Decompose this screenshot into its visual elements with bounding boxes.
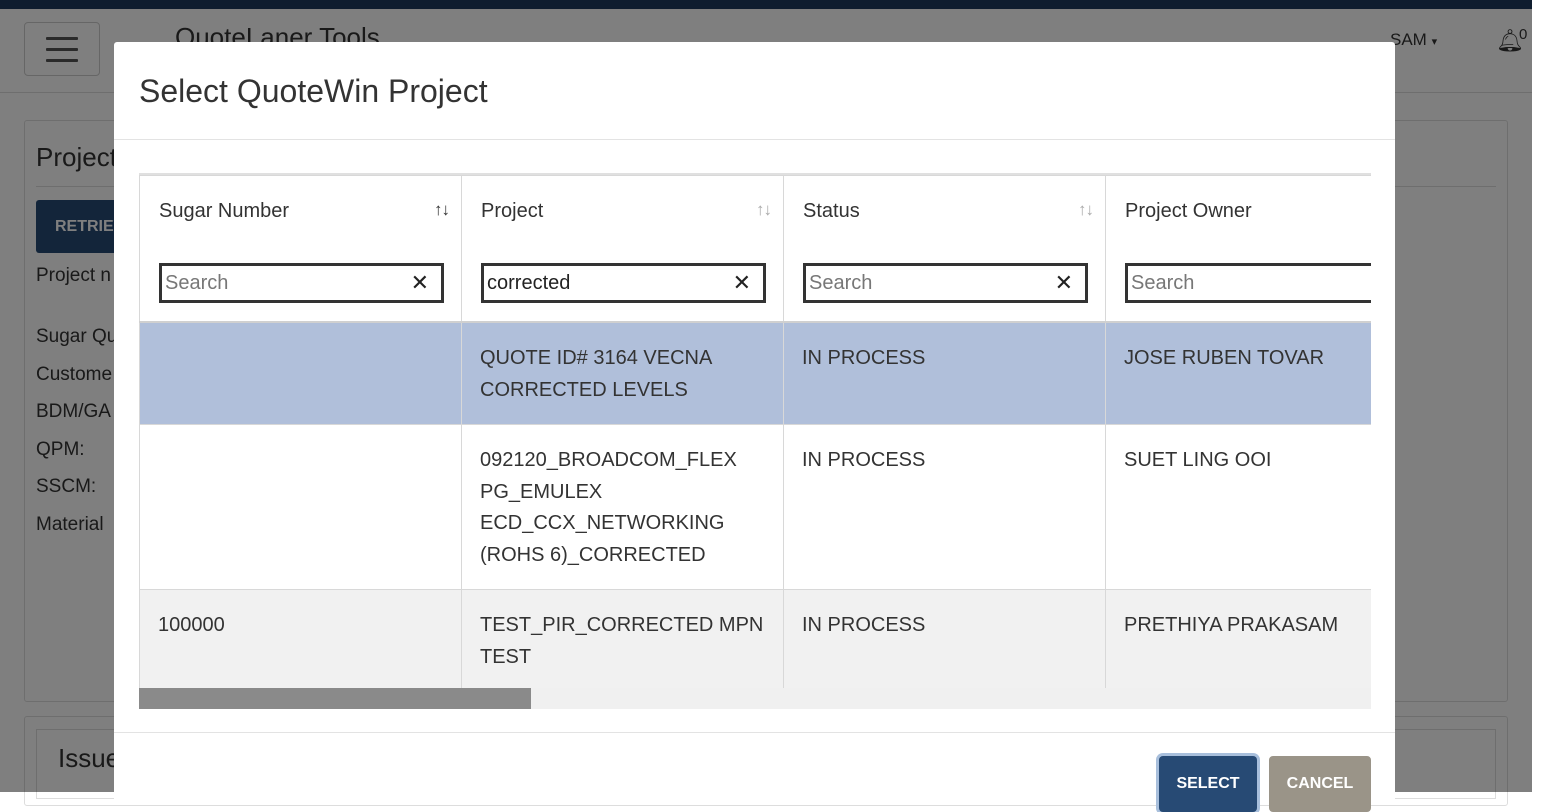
sugar-number-cell <box>139 424 462 590</box>
owner-cell: SUET LING OOI <box>1105 424 1371 590</box>
select-button[interactable]: SELECT <box>1159 756 1257 812</box>
clear-icon[interactable]: ✕ <box>411 269 429 296</box>
column-header-project-owner[interactable]: Project Owner <box>1105 175 1371 323</box>
project-cell: TEST_PIR_CORRECTED MPN TEST <box>461 589 784 692</box>
project-table: Sugar Number ↑↓ ✕ Project ↑↓ ✕ <box>139 175 1371 692</box>
column-header-label: Status <box>803 200 860 222</box>
select-project-modal: Select QuoteWin Project Sugar Number ↑↓ … <box>114 42 1395 812</box>
scrollbar-thumb[interactable] <box>139 688 531 709</box>
table-row[interactable]: QUOTE ID# 3164 VECNA CORRECTED LEVELS IN… <box>139 321 1371 425</box>
sugar-number-cell: 100000 <box>139 589 462 692</box>
page-gutter <box>1532 0 1554 792</box>
column-header-sugar-number[interactable]: Sugar Number ↑↓ ✕ <box>139 175 462 323</box>
horizontal-scrollbar[interactable] <box>139 688 1371 709</box>
project-filter: ✕ <box>481 263 766 303</box>
sort-icon[interactable]: ↑↓ <box>756 200 772 220</box>
sugar-number-cell <box>139 321 462 425</box>
status-filter: ✕ <box>803 263 1088 303</box>
owner-cell: JOSE RUBEN TOVAR <box>1105 321 1371 425</box>
column-header-status[interactable]: Status ↑↓ ✕ <box>783 175 1106 323</box>
clear-icon[interactable]: ✕ <box>733 269 751 296</box>
project-table-container: Sugar Number ↑↓ ✕ Project ↑↓ ✕ <box>139 173 1371 708</box>
column-header-label: Sugar Number <box>159 200 290 222</box>
sort-icon[interactable]: ↑↓ <box>1078 200 1094 220</box>
project-cell: 092120_BROADCOM_FLEX PG_EMULEX ECD_CCX_N… <box>461 424 784 590</box>
status-cell: IN PROCESS <box>783 589 1106 692</box>
sugar-number-search-input[interactable] <box>165 270 400 297</box>
table-row[interactable]: 092120_BROADCOM_FLEX PG_EMULEX ECD_CCX_N… <box>139 424 1371 590</box>
column-header-label: Project Owner <box>1125 200 1252 222</box>
project-owner-filter <box>1125 263 1371 303</box>
status-search-input[interactable] <box>809 270 1044 297</box>
status-cell: IN PROCESS <box>783 424 1106 590</box>
project-owner-search-input[interactable] <box>1131 270 1366 297</box>
status-cell: IN PROCESS <box>783 321 1106 425</box>
modal-title: Select QuoteWin Project <box>139 73 488 109</box>
cancel-button[interactable]: CANCEL <box>1269 756 1371 812</box>
project-cell: QUOTE ID# 3164 VECNA CORRECTED LEVELS <box>461 321 784 425</box>
divider <box>114 732 1395 733</box>
sugar-number-filter: ✕ <box>159 263 444 303</box>
sort-icon[interactable]: ↑↓ <box>434 200 450 220</box>
project-search-input[interactable] <box>487 270 722 297</box>
column-header-label: Project <box>481 200 544 222</box>
owner-cell: PRETHIYA PRAKASAM <box>1105 589 1371 692</box>
clear-icon[interactable]: ✕ <box>1055 269 1073 296</box>
divider <box>114 139 1395 140</box>
table-row[interactable]: 100000 TEST_PIR_CORRECTED MPN TEST IN PR… <box>139 589 1371 692</box>
column-header-project[interactable]: Project ↑↓ ✕ <box>461 175 784 323</box>
